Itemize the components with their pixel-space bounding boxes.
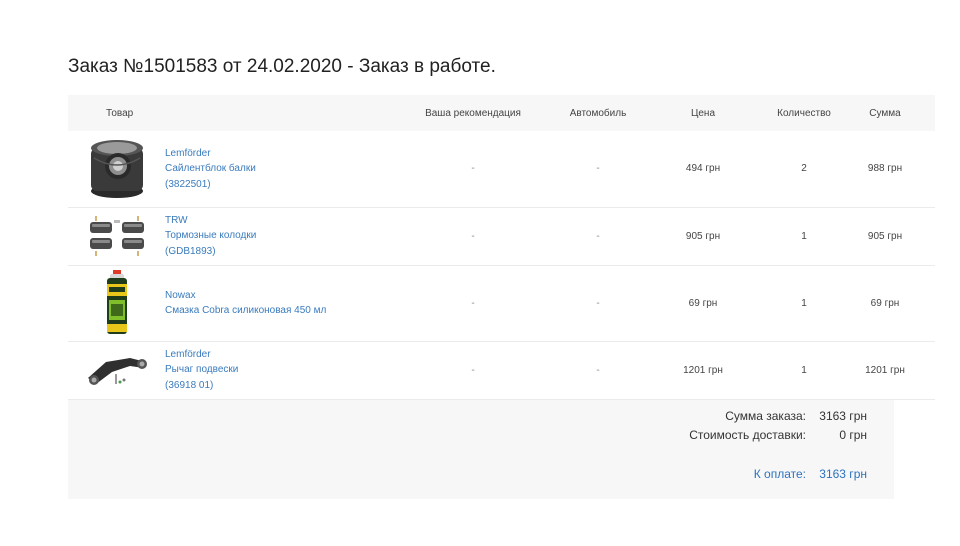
car-cell: - bbox=[563, 131, 633, 208]
price-cell: 905 грн bbox=[633, 207, 773, 266]
sum-cell: 905 грн bbox=[835, 207, 935, 266]
control-arm-icon[interactable] bbox=[68, 352, 165, 388]
table-row: Nowax Смазка Cobra силиконовая 450 мл - … bbox=[68, 265, 935, 342]
page-title: Заказ №1501583 от 24.02.2020 - Заказ в р… bbox=[68, 56, 496, 77]
product-name-link[interactable]: Сайлентблок балки bbox=[165, 161, 256, 177]
table-row: Lemförder Рычаг подвески (36918 01) - - … bbox=[68, 341, 935, 400]
product-info: Lemförder Сайлентблок балки (3822501) bbox=[165, 146, 256, 193]
sum-cell: 1201 грн bbox=[835, 341, 935, 400]
quantity-cell: 1 bbox=[773, 207, 835, 266]
order-sum-row: Сумма заказа: 3163 грн bbox=[68, 409, 894, 427]
car-cell: - bbox=[563, 265, 633, 342]
pay-row: К оплате: 3163 грн bbox=[68, 467, 894, 485]
order-sum-value: 3163 грн bbox=[819, 409, 867, 423]
car-cell: - bbox=[563, 341, 633, 400]
car-cell: - bbox=[563, 207, 633, 266]
recommendation-cell: - bbox=[383, 131, 563, 208]
table-header-row: Товар Ваша рекомендация Автомобиль Цена … bbox=[68, 95, 935, 131]
silent-block-icon[interactable] bbox=[68, 138, 165, 200]
table-row: Lemförder Сайлентблок балки (3822501) - … bbox=[68, 131, 935, 208]
header-car: Автомобиль bbox=[563, 95, 633, 131]
brake-pads-icon[interactable] bbox=[68, 214, 165, 258]
product-info: Nowax Смазка Cobra силиконовая 450 мл bbox=[165, 288, 326, 319]
spray-can-icon[interactable] bbox=[68, 270, 165, 336]
order-items-table: Товар Ваша рекомендация Автомобиль Цена … bbox=[68, 95, 935, 400]
product-name-link[interactable]: Смазка Cobra силиконовая 450 мл bbox=[165, 303, 326, 319]
product-code-link[interactable]: (3822501) bbox=[165, 177, 256, 193]
delivery-label: Стоимость доставки: bbox=[689, 428, 806, 442]
product-info: Lemförder Рычаг подвески (36918 01) bbox=[165, 347, 238, 394]
order-sum-label: Сумма заказа: bbox=[725, 409, 806, 423]
recommendation-cell: - bbox=[383, 341, 563, 400]
product-name-link[interactable]: Тормозные колодки bbox=[165, 228, 256, 244]
quantity-cell: 1 bbox=[773, 265, 835, 342]
pay-label: К оплате: bbox=[753, 467, 806, 481]
product-code-link[interactable]: (36918 01) bbox=[165, 378, 238, 394]
sum-cell: 988 грн bbox=[835, 131, 935, 208]
quantity-cell: 1 bbox=[773, 341, 835, 400]
quantity-cell: 2 bbox=[773, 131, 835, 208]
product-info: TRW Тормозные колодки (GDB1893) bbox=[165, 213, 256, 260]
price-cell: 494 грн bbox=[633, 131, 773, 208]
recommendation-cell: - bbox=[383, 207, 563, 266]
recommendation-cell: - bbox=[383, 265, 563, 342]
product-brand-link[interactable]: TRW bbox=[165, 213, 256, 229]
header-product: Товар bbox=[68, 95, 383, 131]
product-name-link[interactable]: Рычаг подвески bbox=[165, 362, 238, 378]
header-sum: Сумма bbox=[835, 95, 935, 131]
delivery-row: Стоимость доставки: 0 грн bbox=[68, 428, 894, 446]
header-price: Цена bbox=[633, 95, 773, 131]
sum-cell: 69 грн bbox=[835, 265, 935, 342]
delivery-value: 0 грн bbox=[839, 428, 867, 442]
product-brand-link[interactable]: Lemförder bbox=[165, 146, 256, 162]
table-row: TRW Тормозные колодки (GDB1893) - - 905 … bbox=[68, 207, 935, 266]
pay-value: 3163 грн bbox=[819, 467, 867, 481]
header-quantity: Количество bbox=[773, 95, 835, 131]
price-cell: 69 грн bbox=[633, 265, 773, 342]
product-brand-link[interactable]: Nowax bbox=[165, 288, 326, 304]
header-recommendation: Ваша рекомендация bbox=[383, 95, 563, 131]
product-code-link[interactable]: (GDB1893) bbox=[165, 244, 256, 260]
price-cell: 1201 грн bbox=[633, 341, 773, 400]
product-brand-link[interactable]: Lemförder bbox=[165, 347, 238, 363]
order-totals-panel: Сумма заказа: 3163 грн Стоимость доставк… bbox=[68, 400, 894, 499]
